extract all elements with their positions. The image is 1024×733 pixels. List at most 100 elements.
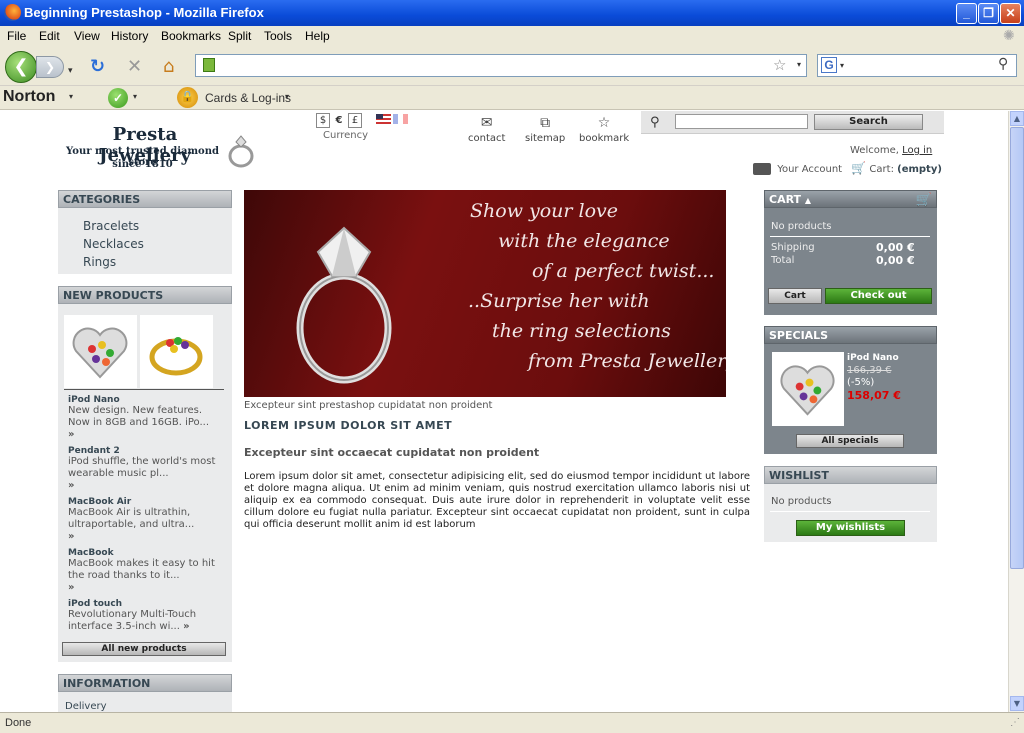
english-flag-icon[interactable]: [376, 114, 391, 124]
more-arrow-icon[interactable]: »: [68, 582, 74, 593]
new-product-item[interactable]: iPod Nano New design. New features. Now …: [68, 395, 218, 441]
new-product-item[interactable]: Pendant 2 iPod shuffle, the world's most…: [68, 446, 218, 492]
currency-selector: $ € £: [316, 113, 364, 129]
all-new-products-button[interactable]: All new products: [62, 642, 226, 656]
menu-help[interactable]: Help: [305, 29, 330, 43]
bookmark-star-icon[interactable]: ☆: [773, 56, 786, 74]
back-button[interactable]: ❮: [5, 51, 37, 83]
new-product-item[interactable]: iPod touch Revolutionary Multi-Touch int…: [68, 599, 218, 633]
norton-logo[interactable]: Norton: [3, 88, 55, 106]
title-bar: Beginning Prestashop - Mozilla Firefox _…: [0, 0, 1024, 26]
divider: [64, 389, 224, 390]
menu-history[interactable]: History: [111, 29, 148, 43]
all-specials-button[interactable]: All specials: [796, 434, 904, 448]
special-product-name[interactable]: iPod Nano: [847, 353, 899, 363]
new-product-item[interactable]: MacBook MacBook makes it easy to hit the…: [68, 548, 218, 594]
more-arrow-icon[interactable]: »: [68, 531, 74, 542]
url-dropdown-icon[interactable]: ▾: [797, 60, 801, 69]
site-search-button[interactable]: Search: [814, 114, 923, 130]
new-product-thumb-2[interactable]: [140, 315, 213, 388]
bookmark-link[interactable]: ☆ bookmark: [579, 115, 629, 144]
norton-dropdown-icon[interactable]: ▾: [69, 92, 73, 101]
maximize-button[interactable]: ❐: [978, 3, 999, 24]
category-rings[interactable]: Rings: [83, 255, 116, 269]
special-price: 158,07 €: [847, 389, 901, 402]
cart-title: CART ▲ 🛒: [764, 190, 937, 208]
new-product-desc: MacBook makes it easy to hit the road th…: [68, 558, 215, 581]
more-arrow-icon[interactable]: »: [68, 429, 74, 440]
category-bracelets[interactable]: Bracelets: [83, 219, 139, 233]
new-product-thumb-1[interactable]: [64, 315, 137, 388]
throbber-icon: ✺: [1003, 27, 1015, 43]
history-dropdown-icon[interactable]: ▾: [68, 62, 73, 80]
home-banner[interactable]: Show your love with the elegance of a pe…: [244, 190, 726, 397]
sitemap-link[interactable]: ⧉ sitemap: [525, 115, 565, 144]
french-flag-icon[interactable]: [393, 114, 408, 124]
account-icon: [753, 163, 771, 175]
minimize-button[interactable]: _: [956, 3, 977, 24]
window-title: Beginning Prestashop - Mozilla Firefox: [24, 5, 264, 20]
cart-empty-text: No products: [771, 221, 832, 232]
menu-tools[interactable]: Tools: [264, 29, 292, 43]
menu-file[interactable]: File: [7, 29, 26, 43]
categories-title: CATEGORIES: [58, 190, 232, 208]
search-go-icon[interactable]: ⚲: [998, 56, 1008, 72]
contact-label: contact: [468, 133, 506, 144]
search-bar[interactable]: G ▾ ⚲: [817, 54, 1017, 77]
collapse-arrow-icon[interactable]: ▲: [805, 196, 811, 205]
category-necklaces[interactable]: Necklaces: [83, 237, 144, 251]
magnifier-icon: ⚲: [650, 115, 660, 130]
safe-dropdown-icon[interactable]: ▾: [133, 92, 137, 101]
wishlist-block: WISHLIST No products My wishlists: [764, 466, 937, 542]
special-product-thumb[interactable]: [772, 352, 844, 426]
cards-dropdown-icon[interactable]: ▾: [285, 92, 289, 101]
menu-view[interactable]: View: [74, 29, 100, 43]
resize-grip-icon[interactable]: ⋰: [1010, 717, 1020, 728]
norton-safe-check-icon[interactable]: ✓: [108, 88, 128, 108]
star-icon: ☆: [597, 115, 611, 131]
cart-button[interactable]: Cart: [768, 288, 822, 304]
more-arrow-icon[interactable]: »: [183, 621, 189, 632]
currency-euro[interactable]: €: [332, 114, 346, 129]
scroll-up-arrow-icon[interactable]: ▲: [1010, 111, 1024, 126]
search-engine-dropdown-icon[interactable]: ▾: [840, 61, 844, 70]
new-product-name[interactable]: MacBook: [68, 548, 218, 558]
your-account-link[interactable]: Your Account: [777, 164, 842, 175]
scroll-down-arrow-icon[interactable]: ▼: [1010, 696, 1024, 711]
close-button[interactable]: ✕: [1000, 3, 1021, 24]
new-product-item[interactable]: MacBook Air MacBook Air is ultrathin, ul…: [68, 497, 218, 543]
login-link[interactable]: Log in: [902, 145, 932, 156]
diamond-ring-image: [296, 226, 392, 384]
scrollbar-thumb[interactable]: [1010, 127, 1024, 569]
banner-line: the ring selections: [492, 320, 671, 342]
menu-split[interactable]: Split: [228, 29, 251, 43]
menu-edit[interactable]: Edit: [39, 29, 60, 43]
new-product-name[interactable]: Pendant 2: [68, 446, 218, 456]
reload-icon[interactable]: ↻: [90, 58, 105, 76]
new-product-name[interactable]: iPod touch: [68, 599, 218, 609]
header-cart-link[interactable]: Cart:: [869, 164, 894, 175]
url-bar[interactable]: ☆ ▾: [195, 54, 807, 77]
home-icon[interactable]: ⌂: [163, 58, 174, 76]
search-engine-icon[interactable]: G: [821, 57, 837, 73]
contact-link[interactable]: ✉ contact: [468, 115, 505, 144]
cards-logins-menu[interactable]: Cards & Log-ins: [205, 91, 291, 105]
wishlist-empty-text: No products: [771, 496, 832, 507]
site-search-input[interactable]: [675, 114, 808, 129]
gold-ring-icon: [149, 337, 203, 376]
vertical-scrollbar[interactable]: ▲ ▼: [1008, 111, 1024, 712]
forward-button[interactable]: ❯: [36, 56, 64, 78]
new-product-name[interactable]: iPod Nano: [68, 395, 218, 405]
information-link-delivery[interactable]: Delivery: [65, 701, 107, 712]
currency-dollar[interactable]: $: [316, 113, 330, 128]
menu-bookmarks[interactable]: Bookmarks: [161, 29, 221, 43]
more-arrow-icon[interactable]: »: [68, 480, 74, 491]
new-products-title: NEW PRODUCTS: [58, 286, 232, 304]
currency-pound[interactable]: £: [348, 113, 362, 128]
checkout-button[interactable]: Check out: [825, 288, 932, 304]
my-wishlists-button[interactable]: My wishlists: [796, 520, 905, 536]
new-product-name[interactable]: MacBook Air: [68, 497, 218, 507]
stop-icon[interactable]: ✕: [127, 58, 142, 76]
firefox-logo-icon: [4, 4, 21, 21]
header-cart-state: (empty): [897, 164, 942, 175]
